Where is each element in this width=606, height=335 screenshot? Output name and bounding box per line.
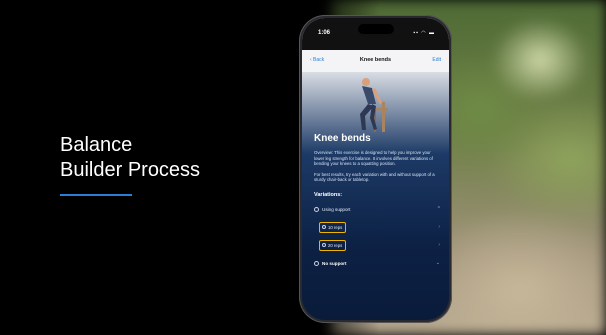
exercise-title: Knee bends (314, 133, 371, 144)
exercise-overview: Overview: This exercise is designed to h… (314, 150, 433, 167)
exercise-content: Knee bends Overview: This exercise is de… (314, 133, 440, 276)
phone-frame: 1:06 ▪▪ ◠ ▬ ‹ Back Knee bends Edit Knee … (299, 15, 452, 323)
highlight-box: 20 reps (319, 239, 347, 251)
highlight-box: 10 reps (319, 221, 347, 233)
variation-using-support[interactable]: Using support ^ (314, 204, 440, 216)
radio-circle-icon[interactable] (322, 225, 326, 230)
variation-label: Using support (322, 206, 351, 212)
variations-heading: Variations: (314, 191, 343, 198)
radio-circle-icon[interactable] (322, 243, 326, 248)
nav-bar: ‹ Back Knee bends Edit (302, 50, 449, 72)
dynamic-island (358, 24, 394, 34)
heading-line-1: Balance (60, 134, 133, 156)
phone-screen: 1:06 ▪▪ ◠ ▬ ‹ Back Knee bends Edit Knee … (302, 18, 449, 320)
slide-heading: Balance Builder Process (60, 133, 260, 183)
chevron-right-icon: › (438, 241, 440, 248)
variation-label: 20 reps (328, 242, 343, 248)
variation-no-support[interactable]: No support ⌄ (314, 258, 440, 270)
knee-bend-illustration-icon (360, 78, 388, 132)
status-bar: 1:06 ▪▪ ◠ ▬ (302, 18, 449, 50)
radio-circle-icon[interactable] (314, 260, 319, 266)
chevron-up-icon: ^ (437, 205, 440, 212)
heading-underline (60, 194, 132, 196)
edit-button[interactable]: Edit (432, 57, 441, 63)
slide: Balance Builder Process 1:06 ▪▪ ◠ ▬ ‹ Ba… (0, 0, 606, 335)
status-icons: ▪▪ ◠ ▬ (413, 30, 435, 36)
heading-line-2: Builder Process (60, 159, 201, 181)
variation-20-reps[interactable]: 20 reps › (314, 239, 440, 252)
variation-label: No support (322, 260, 347, 266)
exercise-tips: For best results, try each variation wit… (314, 171, 435, 183)
chevron-down-icon: ⌄ (435, 259, 440, 266)
status-time: 1:06 (318, 30, 331, 36)
variation-10-reps[interactable]: 10 reps › (314, 221, 440, 234)
radio-circle-icon[interactable] (314, 206, 319, 212)
variation-label: 10 reps (328, 224, 343, 230)
nav-title: Knee bends (359, 57, 392, 63)
chevron-right-icon: › (438, 223, 440, 230)
